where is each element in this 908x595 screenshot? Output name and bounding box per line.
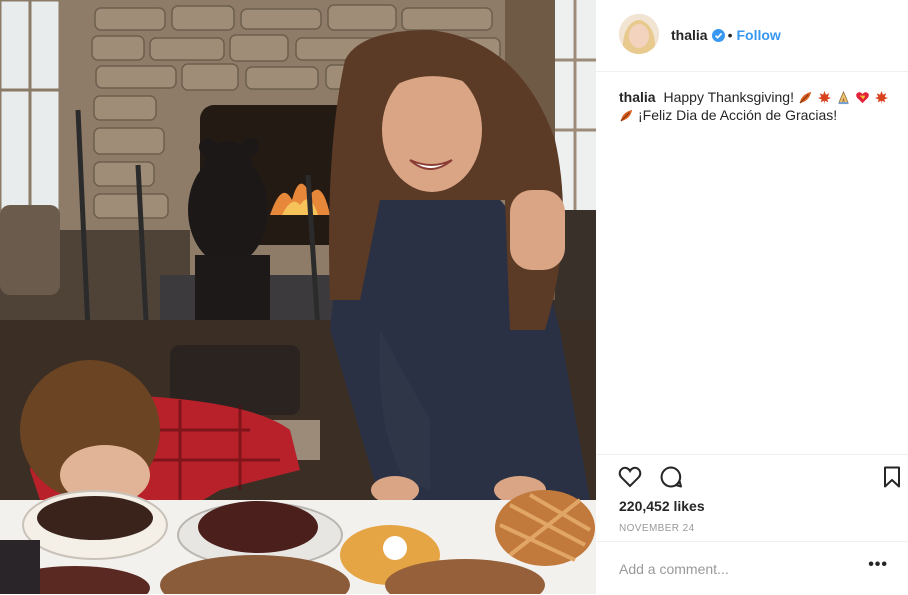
post-date: NOVEMBER 24: [619, 523, 695, 534]
follow-button[interactable]: Follow: [736, 27, 780, 43]
post-caption: thalia Happy Thanksgiving! ¡Feliz Dia de…: [619, 88, 894, 124]
maple-leaf-icon: [874, 90, 888, 105]
comment-bar: •••: [596, 541, 908, 595]
header-line: thalia • Follow: [671, 27, 781, 43]
bookmark-icon[interactable]: [881, 464, 903, 490]
caption-line-2: ¡Feliz Dia de Acción de Gracias!: [619, 106, 894, 124]
caption-text-2: ¡Feliz Dia de Acción de Gracias!: [638, 107, 838, 123]
avatar[interactable]: [619, 14, 659, 54]
comment-input[interactable]: [619, 558, 859, 580]
comment-icon[interactable]: [658, 464, 684, 490]
post-photo[interactable]: [0, 0, 596, 594]
verified-badge-icon: [711, 29, 725, 42]
thanksgiving-photo: [0, 0, 596, 594]
caption-line-1: thalia Happy Thanksgiving!: [619, 88, 894, 106]
username-link[interactable]: thalia: [671, 27, 708, 43]
like-heart-icon[interactable]: [617, 464, 643, 490]
instagram-post: thalia • Follow thalia Happy Thanksgiving!…: [0, 0, 908, 594]
avatar-image: [619, 14, 659, 54]
autumn-leaf-icon: [799, 91, 811, 104]
likes-count[interactable]: 220,452 likes: [619, 498, 705, 514]
post-sidebar: thalia • Follow thalia Happy Thanksgiving!…: [596, 0, 908, 594]
maple-leaf-icon: [817, 90, 831, 105]
post-actions: 220,452 likes NOVEMBER 24 •••: [596, 454, 908, 594]
caption-text-1: Happy Thanksgiving!: [663, 89, 794, 105]
more-options-icon[interactable]: •••: [868, 556, 888, 574]
post-header: thalia • Follow: [596, 0, 908, 72]
heart-icon: [856, 92, 869, 104]
autumn-leaf-icon: [620, 109, 633, 122]
praying-hands-icon: [838, 90, 849, 105]
header-separator: •: [727, 27, 733, 43]
caption-username-link[interactable]: thalia: [619, 89, 656, 105]
